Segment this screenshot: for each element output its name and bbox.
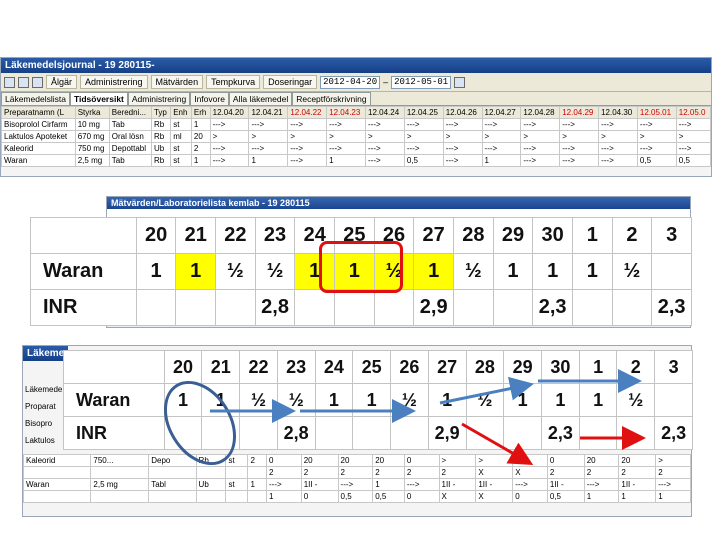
annotation-ellipse xyxy=(163,380,237,466)
annotation-overlay xyxy=(163,369,646,466)
annotation-arrow-blue-3 xyxy=(439,376,534,405)
annotation-arrow-red-1 xyxy=(461,422,534,465)
